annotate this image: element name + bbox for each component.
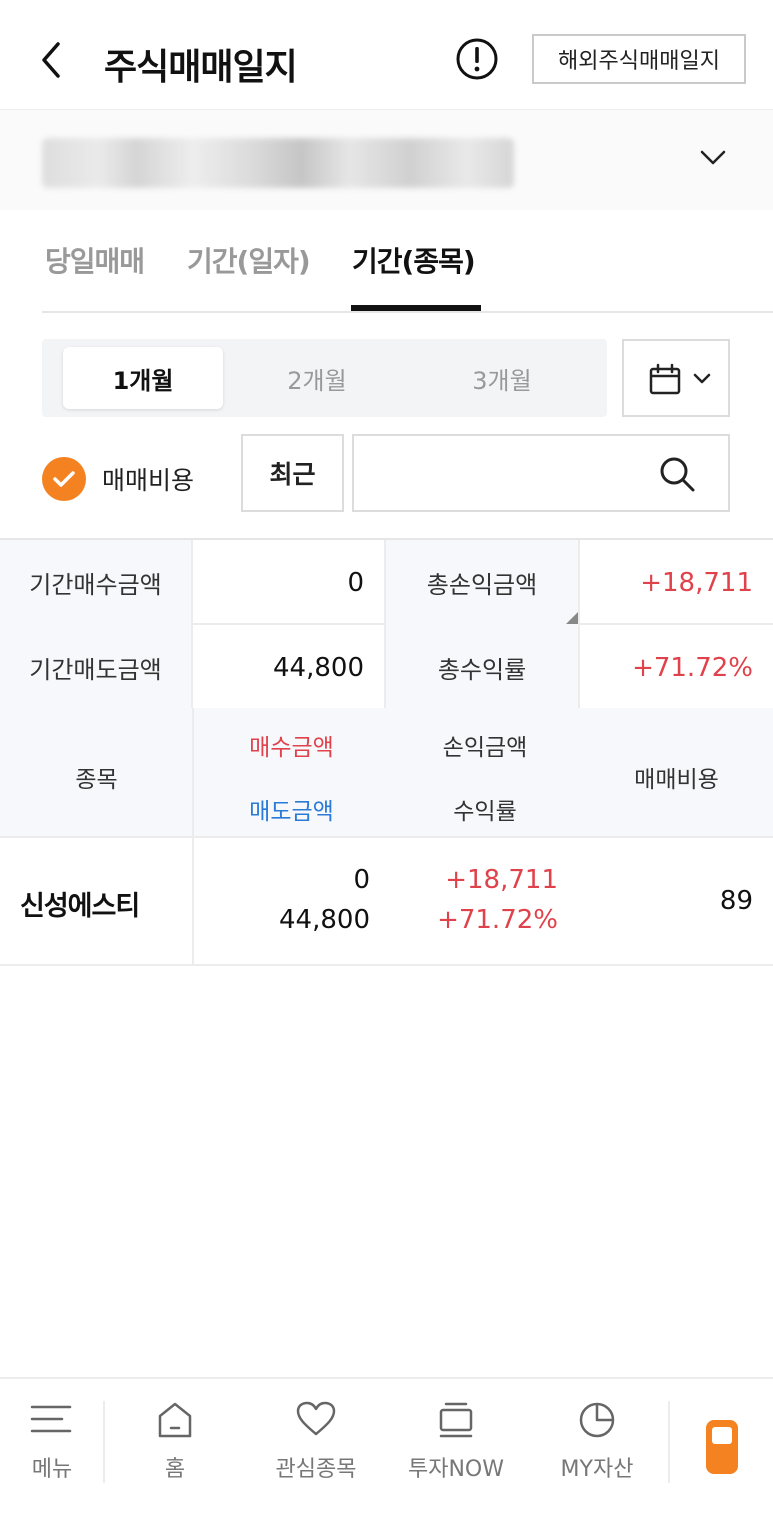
table-row[interactable]: 신성에스티 0 44,800 +18,711 +71.72% 89	[0, 838, 773, 966]
total-rate-label: 총수익률	[386, 625, 580, 710]
row-stock-name: 신성에스티	[20, 891, 140, 922]
search-icon[interactable]	[658, 455, 696, 493]
nav-home[interactable]: 홈	[115, 1379, 235, 1519]
summary-row-buy: 기간매수금액 0 총손익금액 +18,711	[0, 540, 773, 625]
info-icon[interactable]	[455, 37, 499, 81]
home-icon	[158, 1402, 192, 1438]
nav-divider	[668, 1401, 670, 1483]
sell-amount-value: 44,800	[193, 625, 386, 710]
sell-amount-label: 기간매도금액	[0, 625, 193, 710]
nav-menu-label: 메뉴	[31, 1457, 73, 1482]
header-fee: 매매비용	[634, 767, 719, 793]
nav-menu[interactable]: 메뉴	[0, 1379, 112, 1519]
period-3-months[interactable]: 3개월	[422, 347, 582, 409]
fee-checkbox[interactable]	[42, 457, 86, 501]
overseas-journal-button[interactable]: 해외주식매매일지	[532, 34, 746, 84]
calendar-icon	[649, 363, 681, 395]
tab-daily-trade[interactable]: 당일매매	[45, 240, 145, 280]
chevron-down-icon	[693, 373, 711, 384]
tooltip-indicator	[566, 612, 578, 624]
tab-period-date[interactable]: 기간(일자)	[187, 240, 311, 280]
nav-invest-now[interactable]: 투자NOW	[396, 1379, 516, 1519]
nav-watchlist-label: 관심종목	[275, 1457, 357, 1482]
page-title: 주식매매일지	[104, 47, 298, 88]
calendar-button[interactable]	[622, 339, 730, 417]
nav-invest-now-label: 투자NOW	[407, 1457, 504, 1482]
total-rate-value: +71.72%	[632, 652, 753, 683]
header-buy-amount: 매수금액	[249, 735, 334, 761]
row-sell-amount: 44,800	[279, 905, 370, 935]
nav-watchlist[interactable]: 관심종목	[256, 1379, 376, 1519]
period-1-month[interactable]: 1개월	[63, 347, 223, 409]
header-stock: 종목	[75, 767, 118, 793]
header-sell-amount: 매도금액	[249, 799, 334, 825]
news-stack-icon	[439, 1402, 473, 1438]
recent-button[interactable]: 최근	[241, 434, 344, 512]
total-pl-value: +18,711	[640, 567, 753, 598]
app-header: 주식매매일지 해외주식매매일지	[0, 0, 773, 110]
main-tabs: 당일매매 기간(일자) 기간(종목)	[42, 210, 773, 313]
nav-my-assets[interactable]: MY자산	[537, 1379, 657, 1519]
account-selector[interactable]	[0, 110, 773, 210]
tab-period-stock[interactable]: 기간(종목)	[352, 240, 476, 280]
nav-home-label: 홈	[164, 1457, 186, 1482]
heart-icon	[296, 1401, 336, 1436]
period-selector: 1개월 2개월 3개월	[42, 339, 607, 417]
active-tab-indicator	[351, 305, 481, 311]
row-fee: 89	[719, 886, 753, 916]
row-pl-amount: +18,711	[445, 865, 558, 895]
bottom-navigation: 메뉴 홈 관심종목 투자NOW MY자산	[0, 1377, 773, 1530]
period-2-months[interactable]: 2개월	[237, 347, 397, 409]
header-pl-amount: 손익금액	[442, 735, 528, 761]
summary-row-sell: 기간매도금액 44,800 총수익률 +71.72%	[0, 625, 773, 710]
fee-checkbox-label[interactable]: 매매비용	[102, 461, 194, 497]
row-return-rate: +71.72%	[437, 905, 558, 935]
buy-amount-label: 기간매수금액	[0, 540, 193, 625]
nav-my-assets-label: MY자산	[560, 1457, 634, 1482]
phone-order-icon[interactable]	[705, 1419, 739, 1475]
pie-chart-icon	[579, 1402, 615, 1438]
check-icon	[53, 471, 75, 487]
header-return-rate: 수익률	[453, 799, 517, 825]
total-pl-label[interactable]: 총손익금액	[386, 540, 580, 625]
menu-icon	[30, 1405, 72, 1433]
summary-table: 기간매수금액 0 총손익금액 +18,711 기간매도금액 44,800 총수익…	[0, 538, 773, 710]
back-arrow-icon[interactable]	[34, 38, 74, 82]
column-divider	[192, 838, 194, 966]
buy-amount-value: 0	[193, 540, 386, 625]
table-header: 종목 매수금액 매도금액 손익금액 수익률 매매비용	[0, 708, 773, 838]
chevron-down-icon[interactable]	[698, 146, 728, 170]
nav-divider	[103, 1401, 105, 1483]
account-number-masked	[42, 138, 514, 188]
row-buy-amount: 0	[353, 865, 370, 895]
